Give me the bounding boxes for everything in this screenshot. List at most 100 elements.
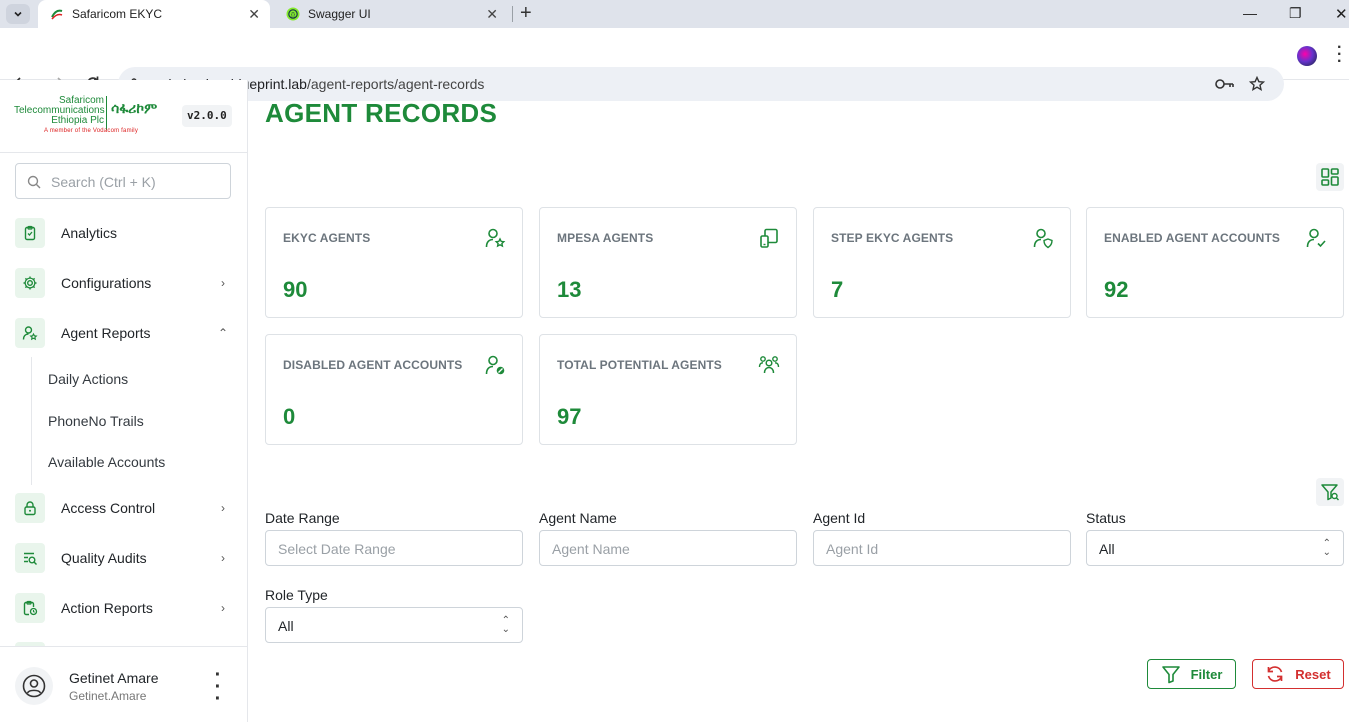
status-label: Status [1086, 510, 1126, 526]
filter-search-icon [1321, 484, 1339, 501]
user-star-icon [15, 318, 45, 348]
profile-avatar[interactable] [1297, 46, 1317, 66]
search-input[interactable]: Search (Ctrl + K) [15, 163, 231, 199]
role-type-value: All [278, 618, 294, 634]
avatar[interactable] [15, 667, 53, 705]
sidebar-item-label: Access Control [61, 500, 156, 516]
stat-card-value: 0 [283, 404, 296, 429]
sidebar-item-quality-audits[interactable]: Quality Audits › [15, 540, 231, 576]
select-arrows-icon: ⌃ ⌄ [501, 615, 510, 635]
tab-title: Swagger UI [308, 7, 371, 21]
agent-name-label: Agent Name [539, 510, 617, 526]
agent-id-input[interactable]: Agent Id [813, 530, 1071, 566]
status-value: All [1099, 541, 1115, 557]
filter-search-button[interactable] [1316, 478, 1344, 506]
browser-tab-ekyc[interactable]: Safaricom EKYC ✕ [38, 0, 270, 28]
reset-button-label: Reset [1295, 666, 1331, 682]
submenu-guide-line [31, 357, 32, 485]
sidebar-item-label: Configurations [61, 275, 152, 291]
sidebar-item-analytics[interactable]: Analytics [15, 215, 231, 251]
refresh-icon [1267, 666, 1283, 682]
page-title: AGENT RECORDS [265, 98, 498, 128]
stat-card-value: 7 [831, 277, 844, 302]
stat-card-title: EKYC AGENTS [283, 231, 371, 245]
filter-icon [1161, 666, 1180, 684]
clipboard-clock-icon [15, 593, 45, 623]
agent-name-placeholder: Agent Name [552, 541, 630, 557]
stat-card-enabled-agent-accounts: ENABLED AGENT ACCOUNTS 92 [1086, 207, 1344, 318]
user-name: Getinet Amare [69, 670, 159, 686]
dashboard-layout-icon [1321, 168, 1339, 186]
devices-icon [760, 228, 778, 248]
user-check-icon [1306, 228, 1326, 248]
role-type-select[interactable]: All ⌃ ⌄ [265, 607, 523, 643]
user-disabled-icon [485, 355, 505, 375]
stat-card-title: MPESA AGENTS [557, 231, 654, 245]
date-range-input[interactable]: Select Date Range [265, 530, 523, 566]
browser-toolbar: admin.ekyc.blueprint.lab/agent-reports/a… [0, 28, 1349, 101]
filter-button[interactable]: Filter [1147, 659, 1236, 689]
sidebar-item-action-reports[interactable]: Action Reports › [15, 590, 231, 626]
list-search-icon [15, 543, 45, 573]
reset-button[interactable]: Reset [1252, 659, 1344, 689]
logo-divider [106, 96, 107, 130]
sidebar-item-label: Analytics [61, 225, 118, 241]
layout-toggle-button[interactable] [1316, 163, 1344, 191]
browser-tab-swagger[interactable]: {} Swagger UI ✕ [278, 0, 508, 28]
users-group-icon [758, 356, 780, 374]
sidebar-item-label: Agent Reports [61, 325, 151, 341]
sidebar-item-configurations[interactable]: Configurations › [15, 265, 231, 301]
user-profile-area: Getinet Amare Getinet.Amare · · · [0, 646, 248, 722]
sidebar: Safaricom Telecommunications Ethiopia Pl… [0, 80, 248, 722]
chevron-right-icon: › [221, 551, 225, 565]
sidebar-item-label: Action Reports [61, 600, 153, 616]
chevron-right-icon: › [221, 501, 225, 515]
restore-icon[interactable]: ❐ [1289, 5, 1302, 22]
tab-title: Safaricom EKYC [72, 7, 163, 21]
tab-search-button[interactable] [6, 4, 30, 24]
chevron-right-icon: › [221, 601, 225, 615]
stat-card-title: DISABLED AGENT ACCOUNTS [283, 358, 463, 372]
sidebar-subitem-daily-actions[interactable]: Daily Actions [48, 371, 128, 387]
stat-card-total-potential-agents: TOTAL POTENTIAL AGENTS 97 [539, 334, 797, 445]
swagger-favicon-icon: {} [286, 7, 300, 21]
sidebar-item-access-control[interactable]: Access Control › [15, 490, 231, 526]
stat-card-value: 13 [557, 277, 582, 302]
gear-icon [15, 268, 45, 298]
main-content: AGENT RECORDS EKYC AGENTS 90 MPESA AGENT… [249, 80, 1349, 722]
chevron-right-icon: › [221, 276, 225, 290]
minimize-icon[interactable]: — [1243, 5, 1257, 21]
window-close-icon[interactable]: ✕ [1335, 5, 1348, 23]
chevron-up-icon: ⌃ [217, 326, 229, 340]
select-arrows-icon: ⌃ ⌄ [1322, 538, 1331, 558]
chevron-down-icon [14, 11, 22, 17]
user-circle-icon [22, 674, 46, 698]
new-tab-plus-icon[interactable]: + [520, 3, 532, 23]
sidebar-item-agent-reports[interactable]: Agent Reports ⌃ [15, 315, 231, 351]
stat-card-ekyc-agents: EKYC AGENTS 90 [265, 207, 523, 318]
search-icon [27, 175, 41, 189]
sidebar-subitem-available-accounts[interactable]: Available Accounts [48, 454, 165, 470]
svg-text:{}: {} [291, 12, 295, 18]
lock-icon [15, 493, 45, 523]
close-tab-icon[interactable]: ✕ [248, 6, 260, 23]
agent-name-input[interactable]: Agent Name [539, 530, 797, 566]
sidebar-subitem-phoneno-trails[interactable]: PhoneNo Trails [48, 413, 144, 429]
status-select[interactable]: All ⌃ ⌄ [1086, 530, 1344, 566]
kebab-menu-icon[interactable]: · · · [210, 665, 226, 709]
user-username: Getinet.Amare [69, 689, 147, 703]
version-badge: v2.0.0 [182, 105, 232, 127]
stat-card-title: STEP EKYC AGENTS [831, 231, 954, 245]
sidebar-item-label: Quality Audits [61, 550, 147, 566]
logo-amharic: ሳፋሪኮም [111, 100, 158, 116]
filter-button-label: Filter [1190, 666, 1223, 682]
logo-tagline: A member of the Vodacom family [44, 128, 139, 134]
browser-menu-icon[interactable]: · · · [1337, 40, 1342, 70]
tab-divider [512, 6, 513, 22]
stat-card-mpesa-agents: MPESA AGENTS 13 [539, 207, 797, 318]
close-tab-icon[interactable]: ✕ [486, 6, 498, 23]
stat-card-value: 92 [1104, 277, 1129, 302]
search-placeholder: Search (Ctrl + K) [51, 174, 156, 190]
user-star-icon [485, 228, 506, 248]
agent-id-label: Agent Id [813, 510, 866, 526]
